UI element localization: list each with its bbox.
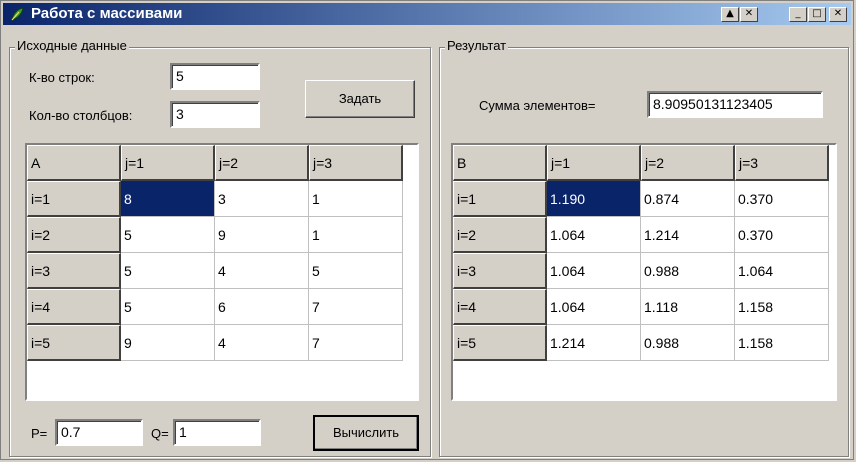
row-header: i=5: [453, 325, 547, 361]
context-button[interactable]: ✕: [740, 7, 758, 22]
title-bar[interactable]: Работа с массивами ▲ ✕ _ □ ✕: [3, 3, 851, 25]
p-input[interactable]: 0.7: [55, 419, 143, 446]
col-header: j=1: [121, 145, 215, 181]
grid-cell[interactable]: 1.158: [735, 325, 829, 361]
grid-cell-selected[interactable]: 1.190: [547, 181, 641, 217]
source-table: A j=1 j=2 j=3 i=1 8 3 1 i=2 5 9 1 i=3 5 …: [27, 145, 403, 361]
source-grid[interactable]: A j=1 j=2 j=3 i=1 8 3 1 i=2 5 9 1 i=3 5 …: [25, 143, 419, 401]
grid-cell[interactable]: 7: [309, 325, 403, 361]
p-label: P=: [31, 426, 48, 441]
cols-label: Кол-во столбцов:: [29, 108, 133, 123]
col-header: j=3: [735, 145, 829, 181]
source-group-label: Исходные данные: [15, 38, 129, 53]
minimize-button[interactable]: _: [789, 7, 807, 22]
grid-cell[interactable]: 1.214: [641, 217, 735, 253]
table-row: i=3 5 4 5: [27, 253, 403, 289]
row-header: i=1: [453, 181, 547, 217]
sum-label: Сумма элементов=: [479, 98, 596, 113]
cols-input[interactable]: 3: [170, 101, 260, 128]
row-header: i=2: [453, 217, 547, 253]
grid-cell-selected[interactable]: 8: [121, 181, 215, 217]
grid-cell[interactable]: 0.988: [641, 253, 735, 289]
app-window: Работа с массивами ▲ ✕ _ □ ✕ Исходные да…: [0, 0, 854, 460]
table-row: i=4 1.064 1.118 1.158: [453, 289, 829, 325]
grid-cell[interactable]: 5: [121, 289, 215, 325]
grid-cell[interactable]: 0.370: [735, 217, 829, 253]
grid-corner: B: [453, 145, 547, 181]
table-row: i=2 1.064 1.214 0.370: [453, 217, 829, 253]
table-row: i=1 8 3 1: [27, 181, 403, 217]
result-group-label: Результат: [445, 38, 509, 53]
grid-cell[interactable]: 1.064: [547, 253, 641, 289]
rows-label: К-во строк:: [29, 70, 95, 85]
sum-output[interactable]: 8.90950131123405: [647, 91, 823, 118]
grid-cell[interactable]: 4: [215, 253, 309, 289]
row-header: i=5: [27, 325, 121, 361]
row-header: i=1: [27, 181, 121, 217]
close-button[interactable]: ✕: [829, 7, 847, 22]
grid-cell[interactable]: 1: [309, 181, 403, 217]
grid-cell[interactable]: 9: [215, 217, 309, 253]
grid-cell[interactable]: 0.874: [641, 181, 735, 217]
table-header-row: A j=1 j=2 j=3: [27, 145, 403, 181]
table-row: i=5 1.214 0.988 1.158: [453, 325, 829, 361]
table-row: i=2 5 9 1: [27, 217, 403, 253]
grid-corner: A: [27, 145, 121, 181]
table-row: i=4 5 6 7: [27, 289, 403, 325]
set-button[interactable]: Задать: [305, 80, 415, 118]
grid-cell[interactable]: 1.064: [735, 253, 829, 289]
row-header: i=4: [27, 289, 121, 325]
result-table: B j=1 j=2 j=3 i=1 1.190 0.874 0.370 i=2 …: [453, 145, 829, 361]
row-header: i=2: [27, 217, 121, 253]
grid-cell[interactable]: 1.064: [547, 217, 641, 253]
grid-cell[interactable]: 3: [215, 181, 309, 217]
row-header: i=3: [27, 253, 121, 289]
grid-cell[interactable]: 5: [121, 253, 215, 289]
col-header: j=2: [215, 145, 309, 181]
col-header: j=1: [547, 145, 641, 181]
grid-cell[interactable]: 1.118: [641, 289, 735, 325]
table-row: i=5 9 4 7: [27, 325, 403, 361]
grid-cell[interactable]: 0.370: [735, 181, 829, 217]
grid-cell[interactable]: 7: [309, 289, 403, 325]
q-label: Q=: [151, 426, 169, 441]
grid-cell[interactable]: 6: [215, 289, 309, 325]
grid-cell[interactable]: 1.214: [547, 325, 641, 361]
grid-cell[interactable]: 1.158: [735, 289, 829, 325]
rows-input[interactable]: 5: [170, 63, 260, 90]
help-button[interactable]: ▲: [721, 7, 739, 22]
grid-cell[interactable]: 5: [121, 217, 215, 253]
grid-cell[interactable]: 5: [309, 253, 403, 289]
grid-cell[interactable]: 1.064: [547, 289, 641, 325]
grid-cell[interactable]: 4: [215, 325, 309, 361]
app-leaf-icon: [11, 7, 24, 21]
row-header: i=4: [453, 289, 547, 325]
calculate-button[interactable]: Вычислить: [313, 415, 419, 451]
col-header: j=2: [641, 145, 735, 181]
grid-cell[interactable]: 1: [309, 217, 403, 253]
col-header: j=3: [309, 145, 403, 181]
grid-cell[interactable]: 9: [121, 325, 215, 361]
table-row: i=3 1.064 0.988 1.064: [453, 253, 829, 289]
table-row: i=1 1.190 0.874 0.370: [453, 181, 829, 217]
grid-cell[interactable]: 0.988: [641, 325, 735, 361]
result-grid[interactable]: B j=1 j=2 j=3 i=1 1.190 0.874 0.370 i=2 …: [451, 143, 837, 401]
q-input[interactable]: 1: [173, 419, 261, 446]
maximize-button[interactable]: □: [808, 7, 826, 22]
table-header-row: B j=1 j=2 j=3: [453, 145, 829, 181]
window-title: Работа с массивами: [31, 5, 183, 22]
row-header: i=3: [453, 253, 547, 289]
